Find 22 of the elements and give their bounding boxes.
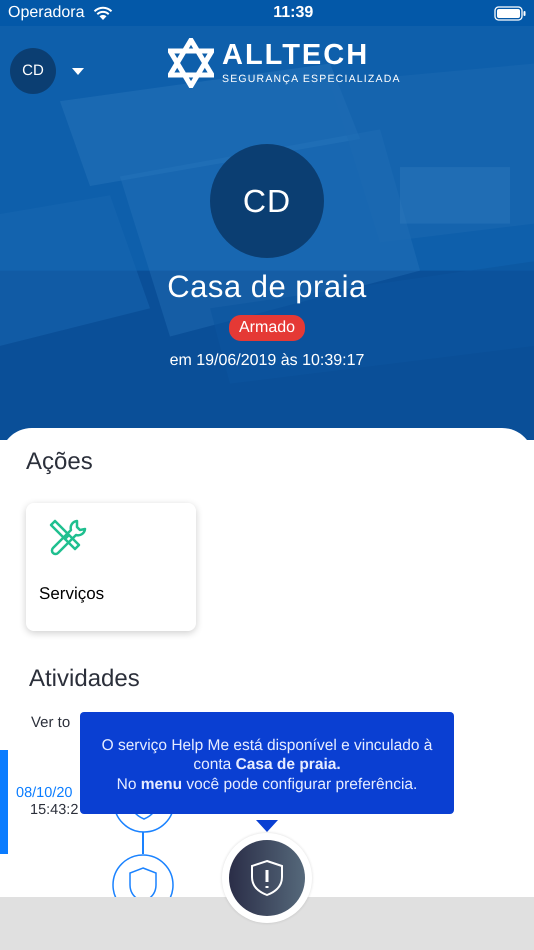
wifi-icon	[92, 6, 112, 20]
status-badge: Armado	[228, 314, 306, 340]
timeline-connector	[142, 832, 144, 854]
caret-icon	[72, 68, 84, 74]
status-timestamp: em 19/06/2019 às 10:39:17	[170, 350, 364, 370]
logo-title: ALLTECH	[222, 41, 370, 70]
logo-subtitle: SEGURANÇA ESPECIALIZADA	[222, 74, 401, 85]
activity-time: 15:43:2	[29, 802, 80, 820]
section-title: Atividades	[28, 664, 141, 694]
star-logo-icon	[168, 38, 214, 88]
account-switcher[interactable]: CD	[10, 48, 84, 94]
see-all-link[interactable]: Ver to	[31, 712, 70, 734]
tooltip-arrow	[256, 820, 278, 832]
site-name: Casa de praia	[167, 268, 367, 306]
carrier-name: Operadora	[8, 3, 84, 23]
battery-icon	[494, 6, 526, 20]
shield-alert-icon	[250, 859, 284, 897]
help-tooltip: O serviço Help Me está disponível e vinculado à conta Casa de praia. No menu você pode configurar preferência.	[80, 712, 454, 814]
section-title: Ações	[26, 448, 94, 477]
clock-time: 11:39	[273, 3, 314, 23]
action-card[interactable]: Serviços	[26, 502, 196, 631]
activity-date: 08/10/20	[16, 784, 74, 802]
